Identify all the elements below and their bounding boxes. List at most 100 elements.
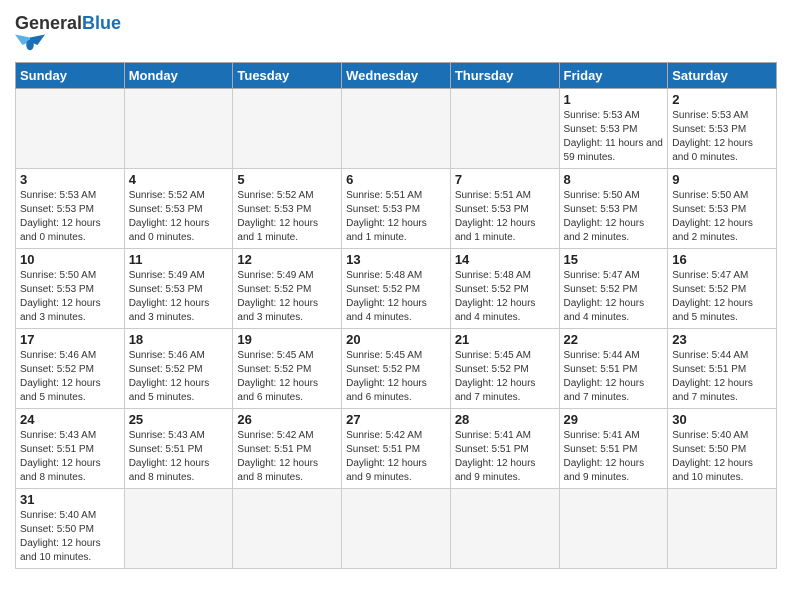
calendar-cell-3-2: 19 Sunrise: 5:45 AMSunset: 5:52 PMDayligh…: [233, 329, 342, 409]
day-info: Sunrise: 5:46 AMSunset: 5:52 PMDaylight:…: [129, 349, 229, 405]
calendar-cell-4-5: 29Sunrise: 5:41 AMSunset: 5:51 PMDayligh…: [559, 409, 668, 489]
logo-text: GeneralBlue: [15, 14, 121, 32]
day-info: Sunrise: 5:50 AMSunset: 5:53 PMDaylight:…: [672, 189, 772, 245]
day-info: Sunrise: 5:40 AMSunset: 5:50 PMDaylight:…: [672, 429, 772, 485]
day-number: 23: [672, 332, 772, 347]
day-info: Sunrise: 5:45 AMSunset: 5:52 PMDaylight:…: [455, 349, 555, 405]
day-info: Sunrise: 5:44 AMSunset: 5:51 PMDaylight:…: [672, 349, 772, 405]
day-number: 1: [564, 92, 664, 107]
day-info: Sunrise: 5:42 AMSunset: 5:51 PMDaylight:…: [346, 429, 446, 485]
header-wednesday: Wednesday: [342, 63, 451, 89]
calendar-cell-2-6: 16 Sunrise: 5:47 AMSunset: 5:52 PMDayligh…: [668, 249, 777, 329]
calendar-cell-4-2: 26Sunrise: 5:42 AMSunset: 5:51 PMDayligh…: [233, 409, 342, 489]
header-monday: Monday: [124, 63, 233, 89]
day-number: 2: [672, 92, 772, 107]
day-number: 3: [20, 172, 120, 187]
calendar-cell-0-6: 2 Sunrise: 5:53 AMSunset: 5:53 PMDaylight…: [668, 89, 777, 169]
header-thursday: Thursday: [450, 63, 559, 89]
calendar-header: SundayMondayTuesdayWednesdayThursdayFrid…: [16, 63, 777, 89]
day-number: 30: [672, 412, 772, 427]
day-info: Sunrise: 5:49 AMSunset: 5:53 PMDaylight:…: [129, 269, 229, 325]
calendar-cell-0-0: [16, 89, 125, 169]
calendar-cell-2-5: 15Sunrise: 5:47 AMSunset: 5:52 PMDayligh…: [559, 249, 668, 329]
calendar-cell-2-3: 13 Sunrise: 5:48 AMSunset: 5:52 PMDayligh…: [342, 249, 451, 329]
calendar-cell-3-6: 23 Sunrise: 5:44 AMSunset: 5:51 PMDayligh…: [668, 329, 777, 409]
calendar-cell-0-1: [124, 89, 233, 169]
calendar-cell-0-4: [450, 89, 559, 169]
calendar-week-1: 3 Sunrise: 5:53 AMSunset: 5:53 PMDaylight…: [16, 169, 777, 249]
calendar-cell-1-4: 7Sunrise: 5:51 AMSunset: 5:53 PMDaylight…: [450, 169, 559, 249]
day-info: Sunrise: 5:47 AMSunset: 5:52 PMDaylight:…: [672, 269, 772, 325]
calendar-cell-1-3: 6Sunrise: 5:51 AMSunset: 5:53 PMDaylight…: [342, 169, 451, 249]
day-number: 13: [346, 252, 446, 267]
day-number: 19: [237, 332, 337, 347]
day-number: 18: [129, 332, 229, 347]
calendar-cell-3-3: 20Sunrise: 5:45 AMSunset: 5:52 PMDayligh…: [342, 329, 451, 409]
calendar-cell-3-0: 17 Sunrise: 5:46 AMSunset: 5:52 PMDayligh…: [16, 329, 125, 409]
day-number: 5: [237, 172, 337, 187]
calendar-cell-5-0: 31 Sunrise: 5:40 AMSunset: 5:50 PMDayligh…: [16, 489, 125, 569]
day-info: Sunrise: 5:53 AMSunset: 5:53 PMDaylight:…: [672, 109, 772, 165]
header-saturday: Saturday: [668, 63, 777, 89]
day-info: Sunrise: 5:52 AMSunset: 5:53 PMDaylight:…: [237, 189, 337, 245]
day-number: 21: [455, 332, 555, 347]
day-number: 8: [564, 172, 664, 187]
logo-general: General: [15, 13, 82, 33]
day-number: 17: [20, 332, 120, 347]
day-number: 31: [20, 492, 120, 507]
day-info: Sunrise: 5:50 AMSunset: 5:53 PMDaylight:…: [20, 269, 120, 325]
calendar-cell-2-1: 11 Sunrise: 5:49 AMSunset: 5:53 PMDayligh…: [124, 249, 233, 329]
calendar-cell-0-2: [233, 89, 342, 169]
header-friday: Friday: [559, 63, 668, 89]
day-info: Sunrise: 5:53 AMSunset: 5:53 PMDaylight:…: [20, 189, 120, 245]
calendar-cell-0-5: 1Sunrise: 5:53 AMSunset: 5:53 PMDaylight…: [559, 89, 668, 169]
day-info: Sunrise: 5:46 AMSunset: 5:52 PMDaylight:…: [20, 349, 120, 405]
calendar-week-4: 24 Sunrise: 5:43 AMSunset: 5:51 PMDayligh…: [16, 409, 777, 489]
day-info: Sunrise: 5:52 AMSunset: 5:53 PMDaylight:…: [129, 189, 229, 245]
day-info: Sunrise: 5:43 AMSunset: 5:51 PMDaylight:…: [20, 429, 120, 485]
calendar-cell-0-3: [342, 89, 451, 169]
day-info: Sunrise: 5:51 AMSunset: 5:53 PMDaylight:…: [346, 189, 446, 245]
calendar-cell-4-4: 28Sunrise: 5:41 AMSunset: 5:51 PMDayligh…: [450, 409, 559, 489]
day-info: Sunrise: 5:50 AMSunset: 5:53 PMDaylight:…: [564, 189, 664, 245]
calendar-week-3: 17 Sunrise: 5:46 AMSunset: 5:52 PMDayligh…: [16, 329, 777, 409]
day-number: 9: [672, 172, 772, 187]
calendar-cell-1-2: 5 Sunrise: 5:52 AMSunset: 5:53 PMDaylight…: [233, 169, 342, 249]
calendar-cell-3-5: 22Sunrise: 5:44 AMSunset: 5:51 PMDayligh…: [559, 329, 668, 409]
day-number: 4: [129, 172, 229, 187]
day-info: Sunrise: 5:41 AMSunset: 5:51 PMDaylight:…: [564, 429, 664, 485]
calendar-cell-3-1: 18 Sunrise: 5:46 AMSunset: 5:52 PMDayligh…: [124, 329, 233, 409]
day-number: 22: [564, 332, 664, 347]
day-number: 24: [20, 412, 120, 427]
day-number: 25: [129, 412, 229, 427]
calendar-body: 1 Sunrise: 5:53 AMSunset: 5:53 PMDaylight…: [16, 89, 777, 569]
calendar-cell-5-2: [233, 489, 342, 569]
day-info: Sunrise: 5:40 AMSunset: 5:50 PMDaylight:…: [20, 509, 120, 565]
day-number: 14: [455, 252, 555, 267]
day-info: Sunrise: 5:45 AMSunset: 5:52 PMDaylight:…: [237, 349, 337, 405]
page-header: GeneralBlue: [15, 10, 777, 56]
calendar-cell-5-5: [559, 489, 668, 569]
day-number: 20: [346, 332, 446, 347]
calendar-cell-4-1: 25 Sunrise: 5:43 AMSunset: 5:51 PMDayligh…: [124, 409, 233, 489]
logo-blue: Blue: [82, 13, 121, 33]
day-number: 27: [346, 412, 446, 427]
calendar-table: SundayMondayTuesdayWednesdayThursdayFrid…: [15, 62, 777, 569]
calendar-cell-1-0: 3 Sunrise: 5:53 AMSunset: 5:53 PMDaylight…: [16, 169, 125, 249]
day-info: Sunrise: 5:48 AMSunset: 5:52 PMDaylight:…: [346, 269, 446, 325]
calendar-cell-1-6: 9 Sunrise: 5:50 AMSunset: 5:53 PMDaylight…: [668, 169, 777, 249]
day-number: 16: [672, 252, 772, 267]
day-info: Sunrise: 5:47 AMSunset: 5:52 PMDaylight:…: [564, 269, 664, 325]
header-tuesday: Tuesday: [233, 63, 342, 89]
calendar-week-5: 31 Sunrise: 5:40 AMSunset: 5:50 PMDayligh…: [16, 489, 777, 569]
logo: GeneralBlue: [15, 10, 121, 56]
day-info: Sunrise: 5:51 AMSunset: 5:53 PMDaylight:…: [455, 189, 555, 245]
day-number: 12: [237, 252, 337, 267]
day-info: Sunrise: 5:43 AMSunset: 5:51 PMDaylight:…: [129, 429, 229, 485]
day-number: 28: [455, 412, 555, 427]
day-number: 11: [129, 252, 229, 267]
day-number: 26: [237, 412, 337, 427]
day-info: Sunrise: 5:49 AMSunset: 5:52 PMDaylight:…: [237, 269, 337, 325]
calendar-cell-2-2: 12 Sunrise: 5:49 AMSunset: 5:52 PMDayligh…: [233, 249, 342, 329]
calendar-cell-1-1: 4 Sunrise: 5:52 AMSunset: 5:53 PMDaylight…: [124, 169, 233, 249]
